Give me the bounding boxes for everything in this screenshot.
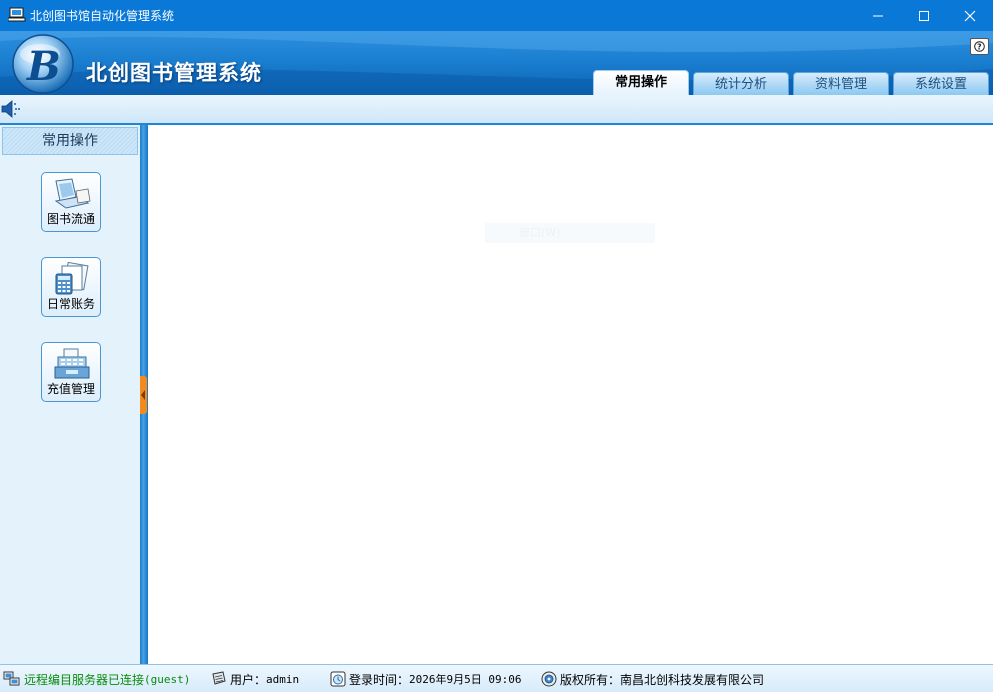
server-user-tag: (guest) <box>144 672 191 686</box>
maximize-button[interactable] <box>901 0 947 31</box>
sidebar-item-circulation[interactable]: 图书流通 <box>41 172 101 232</box>
user-icon <box>212 671 226 685</box>
collapse-handle[interactable] <box>140 376 147 414</box>
tab-system-settings[interactable]: 系统设置 <box>893 72 989 95</box>
copyright-value: 南昌北创科技发展有限公司 <box>620 672 765 687</box>
status-user: 用户： admin <box>211 670 299 688</box>
minimize-icon <box>873 15 883 16</box>
server-status-label: 远程编目服务器已连接 <box>24 672 145 687</box>
sidebar-item-label: 充值管理 <box>46 382 95 396</box>
sidebar-item-recharge[interactable]: 充值管理 <box>41 342 101 402</box>
status-bar: 远程编目服务器已连接 (guest) 用户： admin 登录时间： 2026年9月5… <box>0 664 993 692</box>
copyright-label: 版权所有： <box>560 672 621 687</box>
arrow-left-icon <box>141 390 145 400</box>
laptop-book-icon <box>54 178 91 209</box>
status-login-time: 登录时间： 2026年9月5日 09:06 <box>330 670 522 688</box>
login-time-value: 2026年9月5日 09:06 <box>409 673 522 686</box>
maximize-icon <box>919 10 929 21</box>
svg-text:B: B <box>26 43 61 90</box>
user-value: admin <box>266 672 300 686</box>
help-icon: ? <box>974 41 985 52</box>
help-button[interactable]: ? <box>970 38 989 55</box>
main-content: 窗口(W) <box>147 125 992 664</box>
sidebar-header[interactable]: 常用操作 <box>2 127 138 155</box>
tab-statistics[interactable]: 统计分析 <box>693 72 789 95</box>
sidebar-item-accounts[interactable]: 日常账务 <box>41 257 101 317</box>
clock-icon <box>330 671 346 687</box>
window-title: 北创图书馆自动化管理系统 <box>30 9 175 23</box>
window-menu-ghost: 窗口(W) <box>485 223 655 243</box>
disc-icon <box>541 671 557 687</box>
window-titlebar[interactable]: 北创图书馆自动化管理系统 <box>0 0 993 31</box>
sidebar-item-label: 日常账务 <box>46 297 95 311</box>
status-copyright: 版权所有： 南昌北创科技发展有限公司 <box>541 670 764 688</box>
login-time-label: 登录时间： <box>349 672 410 687</box>
tab-data-management[interactable]: 资料管理 <box>793 72 889 95</box>
sidebar-item-label: 图书流通 <box>46 212 95 226</box>
computer-icon <box>7 7 26 23</box>
system-title: 北创图书管理系统 <box>86 61 262 85</box>
network-icon <box>3 671 20 686</box>
close-button[interactable] <box>947 0 993 31</box>
speaker-icon[interactable] <box>1 100 23 118</box>
status-server: 远程编目服务器已连接 (guest) <box>3 670 190 688</box>
user-label: 用户： <box>230 672 267 687</box>
toolbar <box>0 95 993 125</box>
close-icon <box>964 10 976 21</box>
tab-common-operations[interactable]: 常用操作 <box>593 70 689 95</box>
minimize-button[interactable] <box>855 0 901 31</box>
sidebar: 常用操作 图书流通 日常账务 充值管理 <box>0 125 141 664</box>
calculator-documents-icon <box>55 262 89 295</box>
svg-text:?: ? <box>977 43 982 52</box>
b-logo-icon: B <box>10 32 76 95</box>
cash-register-icon <box>54 348 90 379</box>
app-banner: B 北创图书管理系统 ? 常用操作 统计分析 资料管理 系统设置 <box>0 31 993 95</box>
